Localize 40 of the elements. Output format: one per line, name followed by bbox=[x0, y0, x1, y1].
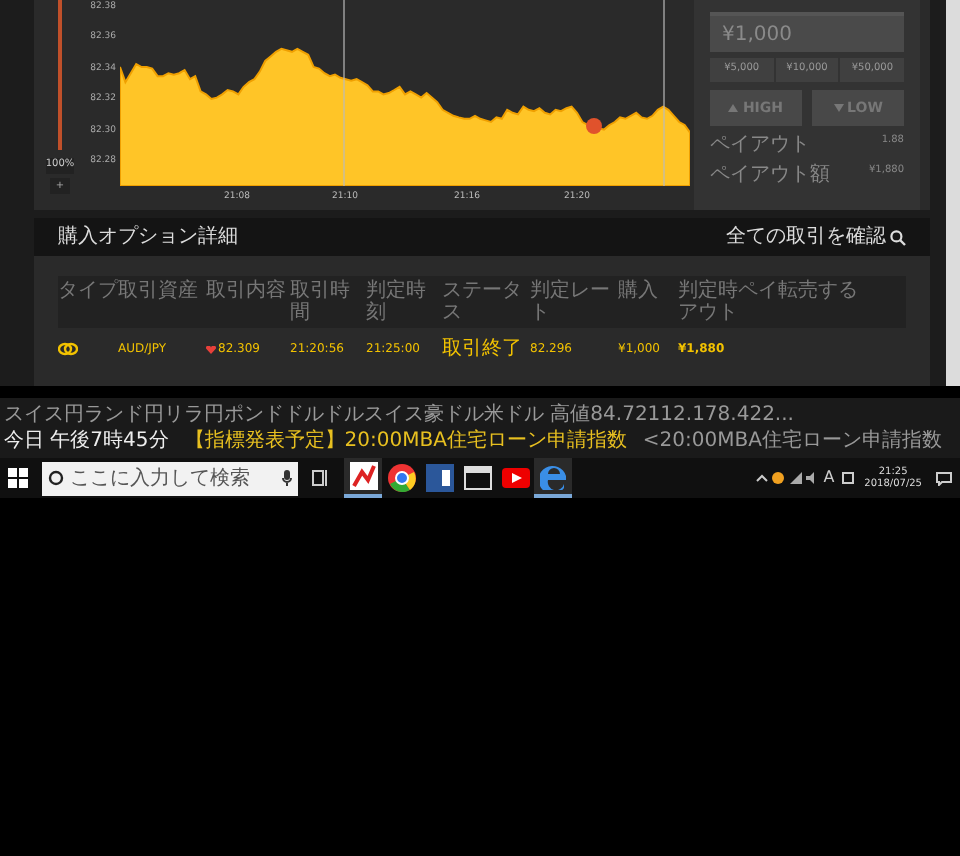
window-icon[interactable] bbox=[463, 466, 491, 490]
notification-icon[interactable] bbox=[936, 471, 952, 485]
column-header: 取引資産 bbox=[118, 280, 200, 306]
all-trades-link[interactable]: 全ての取引を確認 bbox=[726, 222, 906, 252]
section-title: 購入オプション詳細 bbox=[58, 223, 238, 252]
search-icon bbox=[890, 229, 906, 245]
column-header: 取引内容 bbox=[206, 280, 288, 306]
down-triangle-icon bbox=[833, 104, 844, 112]
column-header: 判定レート bbox=[530, 280, 612, 324]
scrollbar[interactable] bbox=[946, 0, 960, 386]
search-field[interactable]: ここに入力して検索 bbox=[42, 461, 298, 495]
start-menu-icon[interactable] bbox=[8, 468, 28, 488]
column-header: 判定時ペイアウト bbox=[678, 280, 778, 324]
input-method-indicator[interactable]: A bbox=[823, 466, 835, 490]
chart-app-icon[interactable] bbox=[349, 462, 377, 490]
up-triangle-icon bbox=[728, 104, 739, 112]
browser-icon[interactable] bbox=[387, 464, 415, 492]
column-header: 購入 bbox=[618, 280, 660, 306]
news-ticker-item: <20:00MBA住宅ローン申請指数 bbox=[642, 428, 942, 454]
column-header: 取引時間 bbox=[290, 280, 352, 324]
document-app-icon[interactable] bbox=[425, 464, 453, 492]
play-button-icon[interactable] bbox=[501, 468, 529, 488]
caret-icon[interactable] bbox=[755, 474, 768, 482]
column-header: タイプ bbox=[58, 280, 118, 306]
news-ticker-item: 【指標発表予定】20:00MBA住宅ローン申請指数 bbox=[184, 428, 627, 454]
network-icon[interactable] bbox=[789, 472, 802, 484]
payout-label: ペイアウト額 bbox=[710, 164, 830, 186]
column-header: 転売する bbox=[778, 280, 860, 306]
amount-field[interactable]: ¥1,000 bbox=[710, 12, 904, 52]
news-ticker-item: 今日 午後7時45分 bbox=[4, 428, 169, 454]
search-circle-icon bbox=[48, 470, 64, 486]
browser-e-icon[interactable] bbox=[539, 462, 567, 490]
column-header: 判定時刻 bbox=[366, 280, 428, 324]
news-ticker-item: スイス円ランド円リラ円ポンドドルドルスイス豪ドル米ドル 高値84.72112.178.422... bbox=[4, 402, 794, 428]
task-view-icon[interactable] bbox=[312, 470, 330, 486]
microphone-icon[interactable] bbox=[282, 470, 292, 486]
table-cell-text: 取引終了 bbox=[442, 336, 524, 364]
payout-label: ペイアウト bbox=[710, 134, 810, 156]
column-header: ステータス bbox=[442, 280, 524, 324]
speaker-icon[interactable] bbox=[805, 472, 818, 484]
